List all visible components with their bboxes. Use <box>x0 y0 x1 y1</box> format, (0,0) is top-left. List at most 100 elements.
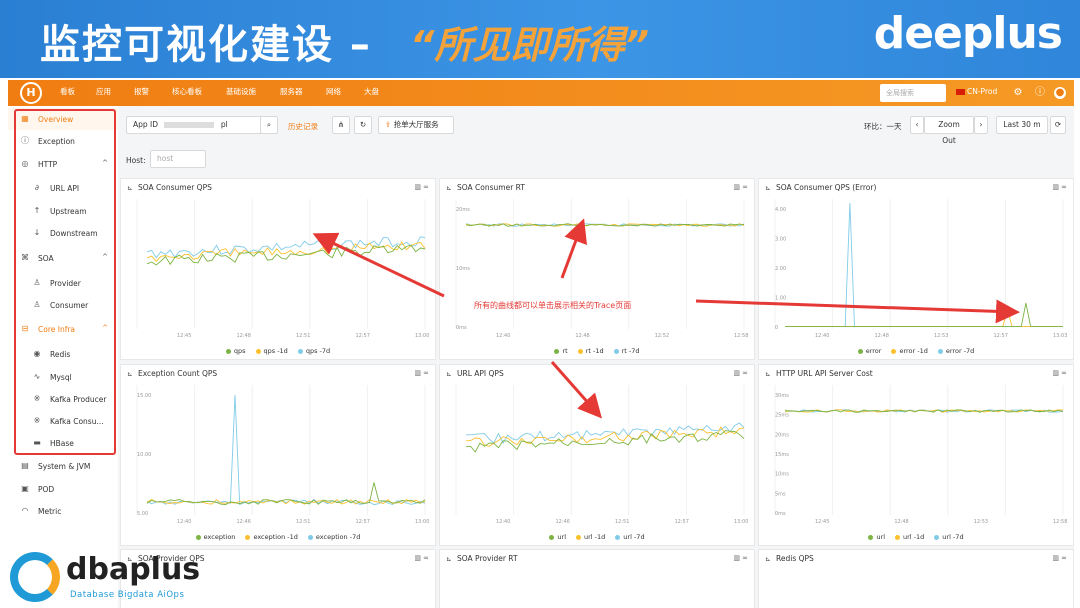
user-icon[interactable]: ● <box>1054 87 1066 99</box>
chart-panel[interactable]: ⊾ SOA Consumer QPS ▥ ∞ 12:45 12:48 12:51 12:57… <box>120 178 436 360</box>
sidebar-item-overview[interactable]: ▦ Overview <box>8 108 118 130</box>
nav-item-network[interactable]: 网络 <box>326 86 341 97</box>
sidebar-item-metric[interactable]: ◠ Metric <box>8 500 118 522</box>
chart-panel[interactable]: ⊾ SOA Consumer QPS (Error) ▥ ∞ 4.00 3.00 2.00… <box>758 178 1074 360</box>
zoom-out-button[interactable]: Zoom Out <box>924 116 974 145</box>
legend-item[interactable]: url -7d <box>615 533 645 541</box>
info-icon[interactable]: ⓘ <box>1034 87 1046 99</box>
legend-item[interactable]: qps <box>225 347 246 355</box>
legend-item[interactable]: exception -7d <box>307 533 360 541</box>
nav-item-alerts[interactable]: 报警 <box>134 86 149 97</box>
line-chart[interactable]: 15.00 10.00 5.00 12:40 12:46 12:51 12:57 13:00 <box>121 365 437 547</box>
appid-field[interactable]: App ID pl <box>126 116 276 134</box>
host-input[interactable]: host <box>150 150 206 168</box>
legend-item[interactable]: qps -7d <box>297 347 330 355</box>
link-icon: ∂ <box>34 183 40 192</box>
bar-chart-icon[interactable]: ▥ <box>733 554 742 562</box>
env-selector[interactable]: CN-Prod <box>956 87 997 96</box>
series-line[interactable] <box>465 430 745 453</box>
compare-value[interactable]: 一天 <box>887 122 902 131</box>
legend-item[interactable]: error -1d <box>891 347 928 355</box>
sidebar-item-pod[interactable]: ▣ POD <box>8 478 118 500</box>
line-chart[interactable]: 20ms 10ms 0ms 12:40 12:48 12:52 12:58 <box>440 179 756 361</box>
chart-panel[interactable]: ⊾ Redis QPS ▥ ∞ <box>758 549 1074 608</box>
series-line[interactable] <box>785 302 1063 327</box>
nav-item-core-dashboard[interactable]: 核心看板 <box>172 86 202 97</box>
series-line[interactable] <box>466 422 745 444</box>
legend-dot <box>615 534 621 540</box>
time-range-select[interactable]: Last 30 m <box>996 116 1048 134</box>
nav-item-infra[interactable]: 基础设施 <box>226 86 256 97</box>
chevron-left-icon[interactable]: ‹ <box>910 116 924 134</box>
sidebar-item-hbase[interactable]: ▬ HBase <box>8 432 118 454</box>
nav-item-dashboard[interactable]: 看板 <box>60 86 75 97</box>
legend-item[interactable]: qps -1d <box>255 347 288 355</box>
sidebar-item-upstream[interactable]: ↑ Upstream <box>8 200 118 222</box>
sidebar-item-provider[interactable]: ♙ Provider <box>8 272 118 294</box>
legend-item[interactable]: exception -1d <box>245 533 298 541</box>
kafka-icon: ※ <box>33 416 41 425</box>
line-chart[interactable]: 12:40 12:46 12:51 12:57 13:00 <box>440 365 756 547</box>
nav-item-overview[interactable]: 大盘 <box>364 86 379 97</box>
legend-label: url <box>876 533 886 541</box>
nav-item-servers[interactable]: 服务器 <box>280 86 303 97</box>
link-icon[interactable]: ∞ <box>742 554 748 562</box>
history-link[interactable]: 历史记录 <box>288 121 318 132</box>
link-icon[interactable]: ∞ <box>1061 554 1067 562</box>
legend-item[interactable]: url -1d <box>576 533 605 541</box>
slide-subtitle: “所见即所得” <box>410 23 649 67</box>
global-search-input[interactable]: 全局搜索 <box>880 84 946 102</box>
nav-item-apps[interactable]: 应用 <box>96 86 111 97</box>
legend-item[interactable]: rt <box>554 347 568 355</box>
bar-chart-icon[interactable]: ▥ <box>1052 554 1061 562</box>
chart-panel[interactable]: ⊾ URL API QPS ▥ ∞ 12:40 12:46 12:51 12:57 13:00… <box>439 364 755 546</box>
chart-panel[interactable]: ⊾ HTTP URL API Server Cost ▥ ∞ 30ms 25ms 20ms… <box>758 364 1074 546</box>
chart-panel[interactable]: ⊾ SOA Provider RT ▥ ∞ <box>439 549 755 608</box>
x-tick-label: 12:46 <box>237 519 251 525</box>
legend-item[interactable]: url <box>549 533 566 541</box>
line-chart[interactable]: 12:45 12:48 12:51 12:57 13:00 <box>121 179 437 361</box>
sidebar-item-label: HTTP <box>38 160 58 169</box>
legend-item[interactable]: url -7d <box>934 533 964 541</box>
share-button[interactable]: ⇪ 抢单大厅服务 <box>378 116 454 134</box>
reload-icon[interactable]: ⟳ <box>1050 116 1066 134</box>
sidebar-item-downstream[interactable]: ↓ Downstream <box>8 222 118 244</box>
legend-item[interactable]: rt -1d <box>577 347 604 355</box>
line-chart[interactable]: 30ms 25ms 20ms 15ms 10ms 5ms 0ms 12:45 12:48 12:5… <box>759 365 1075 547</box>
legend-item[interactable]: error <box>857 347 881 355</box>
series-line[interactable] <box>146 394 426 506</box>
user-icon: ♙ <box>33 300 41 309</box>
sidebar-item-exception[interactable]: ⓘ Exception <box>8 130 118 152</box>
search-icon[interactable]: ⌕ <box>260 116 278 134</box>
series-line[interactable] <box>785 307 1063 327</box>
sidebar-item-label: SOA <box>38 254 54 263</box>
sidebar-item-kafka-producer[interactable]: ※ Kafka Producer <box>8 388 118 410</box>
legend-label: url -7d <box>942 533 964 541</box>
legend-item[interactable]: url -1d <box>895 533 924 541</box>
sidebar-item-soa[interactable]: ⌘ SOA ^ <box>8 247 118 269</box>
sitemap-icon[interactable]: ⋔ <box>332 116 350 134</box>
sidebar-item-core-infra[interactable]: ⊟ Core Infra ^ <box>8 318 118 340</box>
sidebar-item-consumer[interactable]: ♙ Consumer <box>8 294 118 316</box>
link-icon[interactable]: ∞ <box>423 554 429 562</box>
series-line[interactable] <box>785 202 1063 327</box>
sidebar-item-mysql[interactable]: ∿ Mysql <box>8 366 118 388</box>
legend-item[interactable]: exception <box>195 533 235 541</box>
chevron-right-icon[interactable]: › <box>974 116 988 134</box>
series-line[interactable] <box>146 482 426 505</box>
refresh-icon[interactable]: ↻ <box>354 116 372 134</box>
legend-item[interactable]: url <box>868 533 885 541</box>
app-logo[interactable]: H <box>20 82 42 104</box>
chart-panel[interactable]: ⊾ Exception Count QPS ▥ ∞ 15.00 10.00 5.00 12:… <box>120 364 436 546</box>
legend-item[interactable]: rt -7d <box>613 347 640 355</box>
bar-chart-icon[interactable]: ▥ <box>414 554 423 562</box>
sidebar-item-redis[interactable]: ◉ Redis <box>8 343 118 365</box>
line-chart[interactable]: 4.00 3.00 2.00 1.00 0 12:40 12:48 12:53 12:57 13:… <box>759 179 1075 361</box>
settings-icon[interactable]: ⚙ <box>1012 87 1024 99</box>
legend-item[interactable]: error -7d <box>937 347 974 355</box>
sidebar-item-kafka-consumer[interactable]: ※ Kafka Consu... <box>8 410 118 432</box>
sidebar-item-system-jvm[interactable]: ▤ System & JVM <box>8 455 118 477</box>
sidebar-item-http[interactable]: ◎ HTTP ^ <box>8 153 118 175</box>
sidebar-item-url-api[interactable]: ∂ URL API <box>8 177 118 199</box>
chart-panel[interactable]: ⊾ SOA Consumer RT ▥ ∞ 20ms 10ms 0ms 12:40 12:48… <box>439 178 755 360</box>
